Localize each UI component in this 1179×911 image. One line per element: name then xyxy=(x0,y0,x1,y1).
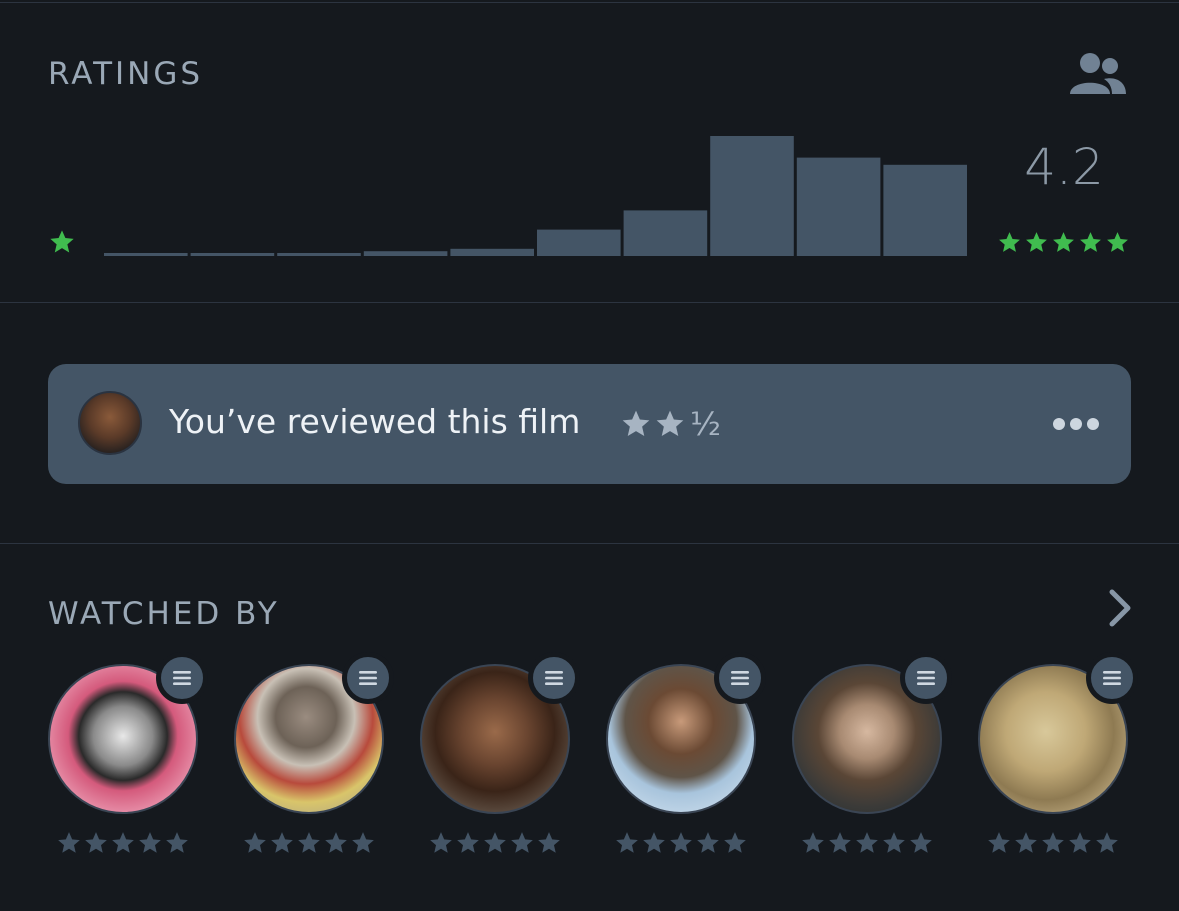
star-icon xyxy=(352,832,374,853)
people-icon[interactable] xyxy=(1068,52,1128,96)
list-icon xyxy=(731,671,749,685)
star-icon xyxy=(829,832,851,853)
star-icon xyxy=(1053,232,1074,252)
more-icon[interactable] xyxy=(1051,416,1101,432)
friend-rating xyxy=(800,830,934,856)
star-icon xyxy=(271,832,293,853)
section-divider xyxy=(0,302,1179,303)
list-icon xyxy=(545,671,563,685)
histogram-bar-3[interactable] xyxy=(537,229,621,256)
star-icon xyxy=(616,832,638,853)
star-icon xyxy=(244,832,266,853)
star-icon xyxy=(538,832,560,853)
review-badge xyxy=(714,652,766,704)
star-icon xyxy=(697,832,719,853)
star-icon xyxy=(166,832,188,853)
star-icon xyxy=(1080,232,1101,252)
chevron-right-icon[interactable] xyxy=(1104,588,1134,628)
friend-rating xyxy=(56,830,190,856)
review-badge xyxy=(156,652,208,704)
film-social-panel: RATINGS 4.2 You’ve reviewed this film ½ xyxy=(0,0,1179,911)
friend-rating xyxy=(986,830,1120,856)
star-icon xyxy=(58,832,80,853)
friend-rating xyxy=(614,830,748,856)
histogram-bar-2[interactable] xyxy=(363,251,448,256)
star-icon xyxy=(802,832,824,853)
list-icon xyxy=(359,671,377,685)
star-icon xyxy=(298,832,320,853)
min-rating-star-icon xyxy=(50,230,74,253)
ratings-histogram[interactable] xyxy=(104,130,970,256)
star-icon xyxy=(139,832,161,853)
star-icon xyxy=(1069,832,1091,853)
review-rating: ½ xyxy=(620,408,721,440)
review-badge xyxy=(528,652,580,704)
histogram-bar-0.5[interactable] xyxy=(104,253,188,256)
star-icon xyxy=(856,832,878,853)
star-icon xyxy=(1096,832,1118,853)
star-icon xyxy=(622,410,650,436)
review-text[interactable]: You’ve reviewed this film xyxy=(169,402,580,441)
star-icon xyxy=(1026,232,1047,252)
histogram-bar-1[interactable] xyxy=(190,253,275,256)
star-icon xyxy=(910,832,932,853)
star-icon xyxy=(112,832,134,853)
avatar[interactable] xyxy=(78,391,142,455)
star-icon xyxy=(484,832,506,853)
star-icon xyxy=(656,410,684,436)
top-divider xyxy=(0,2,1179,3)
ratings-title: RATINGS xyxy=(48,56,204,92)
star-icon xyxy=(85,832,107,853)
star-icon xyxy=(511,832,533,853)
star-icon xyxy=(988,832,1010,853)
star-icon xyxy=(1107,232,1128,252)
review-badge xyxy=(1086,652,1138,704)
histogram-bar-1.5[interactable] xyxy=(277,253,361,256)
star-icon xyxy=(724,832,746,853)
friend-rating xyxy=(428,830,562,856)
review-badge xyxy=(342,652,394,704)
section-divider xyxy=(0,543,1179,544)
histogram-bar-4[interactable] xyxy=(710,136,794,256)
histogram-bar-5[interactable] xyxy=(883,164,967,256)
star-icon xyxy=(1015,832,1037,853)
histogram-bar-4.5[interactable] xyxy=(796,157,881,256)
star-icon xyxy=(999,232,1020,252)
histogram-bar-2.5[interactable] xyxy=(450,248,534,256)
star-icon xyxy=(325,832,347,853)
star-icon xyxy=(430,832,452,853)
watched-by-title: WATCHED BY xyxy=(48,596,280,632)
review-badge xyxy=(900,652,952,704)
friend-rating xyxy=(242,830,376,856)
histogram-bar-3.5[interactable] xyxy=(623,210,708,256)
half-star: ½ xyxy=(690,405,722,443)
star-icon xyxy=(1042,832,1064,853)
star-icon xyxy=(457,832,479,853)
star-icon xyxy=(670,832,692,853)
list-icon xyxy=(173,671,191,685)
list-icon xyxy=(1103,671,1121,685)
list-icon xyxy=(917,671,935,685)
star-icon xyxy=(883,832,905,853)
review-card[interactable]: You’ve reviewed this film ½ xyxy=(48,364,1131,484)
average-rating[interactable]: 4.2 xyxy=(1000,138,1128,196)
star-icon xyxy=(643,832,665,853)
max-rating-stars xyxy=(997,230,1130,255)
